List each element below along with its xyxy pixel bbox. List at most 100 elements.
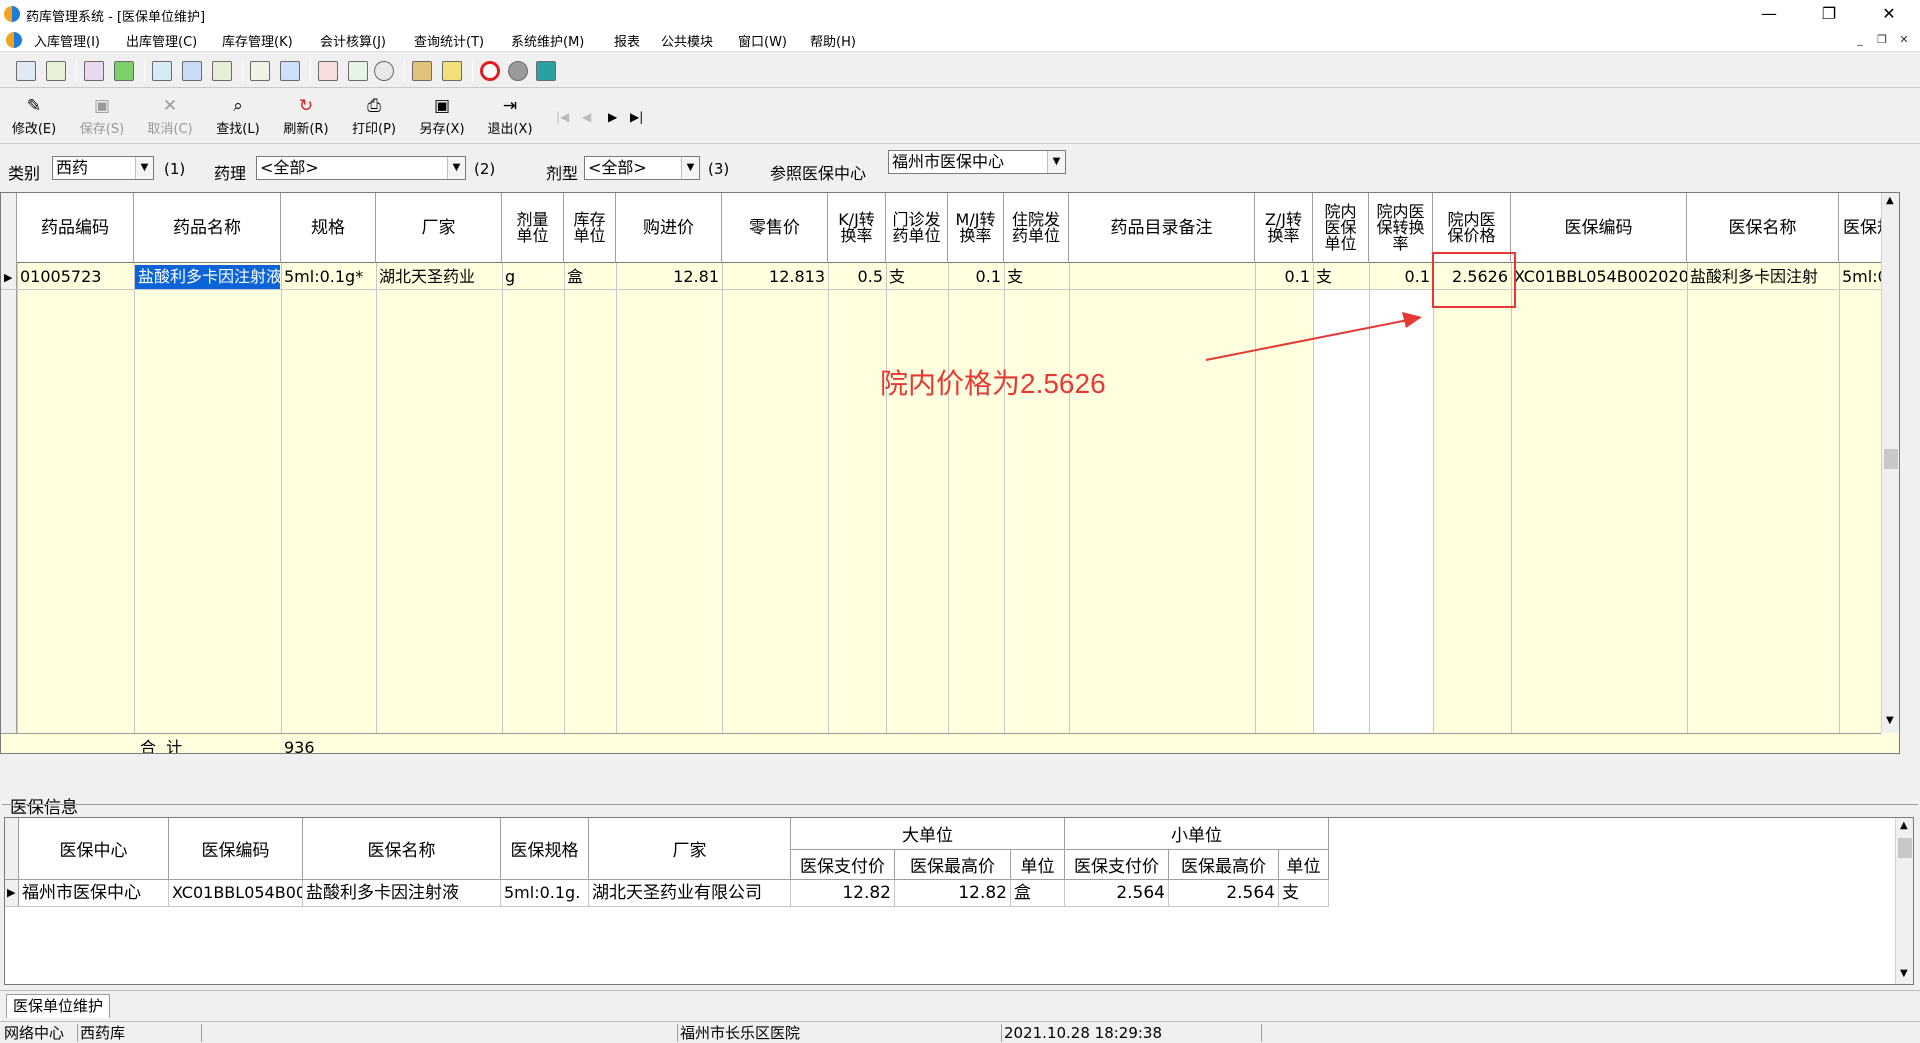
last-record-icon[interactable]: ▶| <box>630 110 643 124</box>
save-as-button[interactable]: ▣ 另存(X) <box>412 96 472 140</box>
minimize-button[interactable]: — <box>1746 2 1792 26</box>
folder-icon[interactable] <box>412 61 432 81</box>
cell-hospital-rate[interactable]: 0.1 <box>1369 264 1433 290</box>
header-stock-unit[interactable]: 库存单位 <box>564 193 616 263</box>
find-button[interactable]: ⌕ 查找(L) <box>208 96 268 140</box>
sub-vertical-scrollbar[interactable]: ▲ ▼ <box>1895 818 1913 984</box>
stop-icon[interactable] <box>480 61 500 81</box>
save-button[interactable]: ▣ 保存(S) <box>72 96 132 140</box>
scroll-up-icon[interactable]: ▲ <box>1886 195 1894 206</box>
cell-hospital-unit[interactable]: 支 <box>1313 264 1369 290</box>
header-dose-unit[interactable]: 剂量单位 <box>502 193 564 263</box>
drug-grid[interactable]: 药品编码 药品名称 规格 厂家 剂量单位 库存单位 购进价 零售价 K/J转换率… <box>0 192 1900 754</box>
header-manufacturer[interactable]: 厂家 <box>376 193 502 263</box>
cell-retail-price[interactable]: 12.813 <box>722 264 828 290</box>
sub-header-spec[interactable]: 医保规格 <box>501 818 589 880</box>
cell-zj-rate[interactable]: 0.1 <box>1255 264 1313 290</box>
cell-inpatient-unit[interactable]: 支 <box>1004 264 1069 290</box>
calc-icon[interactable] <box>318 61 338 81</box>
cell-spec[interactable]: 5ml:0.1g* <box>281 264 376 290</box>
sub-header-center[interactable]: 医保中心 <box>19 818 169 880</box>
next-record-icon[interactable]: ▶ <box>608 110 617 124</box>
menu-accounting[interactable]: 会计核算(J) <box>320 31 386 50</box>
cancel-button[interactable]: ✕ 取消(C) <box>140 96 200 140</box>
sub-cell-big-pay-price[interactable]: 12.82 <box>791 880 895 906</box>
menu-inventory[interactable]: 库存管理(K) <box>222 31 293 50</box>
book-icon[interactable] <box>84 61 104 81</box>
cell-catalog-remark[interactable] <box>1069 264 1255 290</box>
header-purchase-price[interactable]: 购进价 <box>616 193 722 263</box>
scroll-down-icon[interactable]: ▼ <box>1886 715 1894 726</box>
scroll-thumb[interactable] <box>1898 838 1912 858</box>
menu-outbound[interactable]: 出库管理(C) <box>126 31 197 50</box>
header-inpatient-unit[interactable]: 住院发药单位 <box>1004 193 1069 263</box>
tab-insurance-unit[interactable]: 医保单位维护 <box>6 994 111 1018</box>
mdi-minimize-button[interactable]: _ <box>1852 32 1868 48</box>
cell-drug-code[interactable]: 01005723 <box>17 264 134 290</box>
cell-manufacturer[interactable]: 湖北天圣药业 <box>376 264 502 290</box>
insurance-grid[interactable]: 医保中心 医保编码 医保名称 医保规格 厂家 大单位 小单位 医保支付价 医保最… <box>4 817 1914 985</box>
cell-insurance-name[interactable]: 盐酸利多卡因注射 <box>1687 264 1839 290</box>
grid-vertical-scrollbar[interactable]: ▲ ▼ <box>1881 193 1899 733</box>
sub-header-big-pay-price[interactable]: 医保支付价 <box>791 850 895 880</box>
exit-button[interactable]: ⇥ 退出(X) <box>480 96 540 140</box>
scroll-down-icon[interactable]: ▼ <box>1900 968 1908 979</box>
mdi-restore-button[interactable]: ❐ <box>1874 32 1890 48</box>
cell-kj-rate[interactable]: 0.5 <box>828 264 886 290</box>
menu-window[interactable]: 窗口(W) <box>738 31 787 50</box>
header-drug-name[interactable]: 药品名称 <box>134 193 281 263</box>
first-record-icon[interactable]: |◀ <box>556 110 569 124</box>
refresh-button[interactable]: ↻ 刷新(R) <box>276 96 336 140</box>
pharm-select[interactable]: <全部> ▼ <box>256 156 466 180</box>
close-button[interactable]: ✕ <box>1866 2 1912 26</box>
sub-header-small-pay-price[interactable]: 医保支付价 <box>1065 850 1169 880</box>
maximize-button[interactable]: ❐ <box>1806 2 1852 26</box>
category-select[interactable]: 西药 ▼ <box>52 156 154 180</box>
print-button[interactable]: ⎙ 打印(P) <box>344 96 404 140</box>
scroll-thumb[interactable] <box>1884 449 1898 469</box>
menu-query[interactable]: 查询统计(T) <box>414 31 484 50</box>
sub-cell-code[interactable]: XC01BBL054B00 <box>169 880 303 906</box>
disk-icon[interactable] <box>508 61 528 81</box>
sub-cell-center[interactable]: 福州市医保中心 <box>19 880 169 906</box>
cell-stock-unit[interactable]: 盒 <box>564 264 616 290</box>
sub-header-small-unit-col[interactable]: 单位 <box>1279 850 1329 880</box>
cell-insurance-code[interactable]: XC01BBL054B002020 <box>1511 264 1687 290</box>
header-spec[interactable]: 规格 <box>281 193 376 263</box>
header-hospital-unit[interactable]: 院内医保单位 <box>1313 193 1369 263</box>
prev-record-icon[interactable]: ◀ <box>582 110 591 124</box>
edit-button[interactable]: ✎ 修改(E) <box>4 96 64 140</box>
header-insurance-code[interactable]: 医保编码 <box>1511 193 1687 263</box>
menu-common[interactable]: 公共模块 <box>661 31 713 50</box>
close-window-icon[interactable] <box>536 61 556 81</box>
cell-dose-unit[interactable]: g <box>502 264 564 290</box>
sub-header-code[interactable]: 医保编码 <box>169 818 303 880</box>
sub-header-manufacturer[interactable]: 厂家 <box>589 818 791 880</box>
login-icon[interactable] <box>16 61 36 81</box>
scroll-up-icon[interactable]: ▲ <box>1900 820 1908 831</box>
sub-header-big-max-price[interactable]: 医保最高价 <box>895 850 1011 880</box>
form-select[interactable]: <全部> ▼ <box>584 156 700 180</box>
sub-cell-small-pay-price[interactable]: 2.564 <box>1065 880 1169 906</box>
menu-system[interactable]: 系统维护(M) <box>511 31 584 50</box>
sub-cell-big-max-price[interactable]: 12.82 <box>895 880 1011 906</box>
approve-icon[interactable] <box>114 61 134 81</box>
sub-header-big-unit-col[interactable]: 单位 <box>1011 850 1065 880</box>
sub-cell-spec[interactable]: 5ml:0.1g. <box>501 880 589 906</box>
mdi-close-button[interactable]: ✕ <box>1896 32 1912 48</box>
check-in-icon[interactable] <box>46 61 66 81</box>
cell-drug-name[interactable]: 盐酸利多卡因注射液 <box>135 265 280 289</box>
header-catalog-remark[interactable]: 药品目录备注 <box>1069 193 1255 263</box>
sub-cell-small-unit[interactable]: 支 <box>1279 880 1329 906</box>
cell-purchase-price[interactable]: 12.81 <box>616 264 722 290</box>
cell-outpatient-unit[interactable]: 支 <box>886 264 948 290</box>
header-retail-price[interactable]: 零售价 <box>722 193 828 263</box>
list-icon[interactable] <box>250 61 270 81</box>
magnifier-icon[interactable] <box>374 61 394 81</box>
sub-cell-manufacturer[interactable]: 湖北天圣药业有限公司 <box>589 880 791 906</box>
table-icon[interactable] <box>280 61 300 81</box>
sub-cell-name[interactable]: 盐酸利多卡因注射液 <box>303 880 501 906</box>
menu-reports[interactable]: 报表 <box>614 31 640 50</box>
header-insurance-name[interactable]: 医保名称 <box>1687 193 1839 263</box>
menu-inbound[interactable]: 入库管理(I) <box>34 31 100 50</box>
